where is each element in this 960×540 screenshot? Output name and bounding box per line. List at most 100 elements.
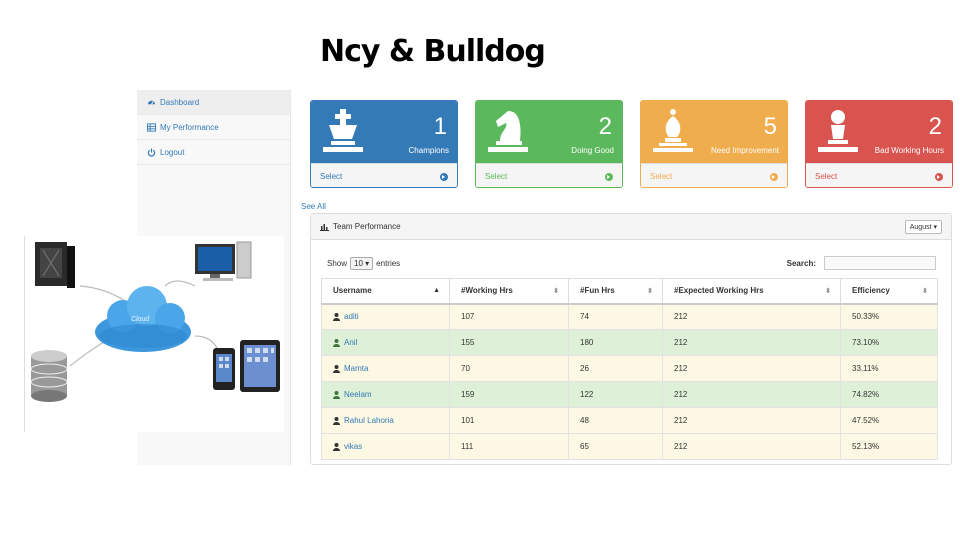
sidebar-item-dashboard[interactable]: Dashboard (137, 90, 290, 115)
cell-fun-hrs: 122 (568, 381, 663, 408)
cell-username: aditi (321, 303, 450, 330)
column-header-fun-hrs[interactable]: #Fun Hrs ⬍ (568, 278, 663, 305)
username-text: Neelam (344, 390, 372, 399)
caret-down-icon: ▾ (933, 223, 937, 231)
arrow-circle-right-icon (440, 172, 448, 181)
panel-title: Team Performance (333, 222, 401, 231)
username-link[interactable]: aditi (333, 312, 449, 321)
username-text: Anil (344, 338, 358, 347)
cell-fun-hrs: 48 (568, 407, 663, 434)
username-link[interactable]: Mamta (333, 364, 449, 373)
column-header-expected-working-hrs[interactable]: #Expected Working Hrs ⬍ (662, 278, 841, 305)
cell-working-hrs: 155 (449, 329, 569, 356)
table-icon (147, 122, 156, 132)
username-link[interactable]: Anil (333, 338, 449, 347)
table-row: Mamta 70 26 212 33.11% (321, 355, 938, 382)
sort-icon: ⬍ (553, 288, 559, 295)
username-link[interactable]: Rahul Lahoria (333, 416, 449, 425)
cell-efficiency: 47.52% (840, 407, 938, 434)
champions-select-link[interactable]: Select (311, 163, 457, 187)
show-label: Show (327, 258, 348, 268)
cell-expected-hrs: 212 (662, 329, 841, 356)
cell-efficiency: 73.10% (840, 329, 938, 356)
cell-efficiency: 74.82% (840, 381, 938, 408)
cell-fun-hrs: 180 (568, 329, 663, 356)
bar-chart-icon (320, 223, 329, 231)
column-label: #Fun Hrs (580, 286, 615, 296)
doing-good-select-link[interactable]: Select (476, 163, 622, 187)
table-row: aditi 107 74 212 50.33% (321, 303, 938, 330)
dashboard-icon (147, 100, 156, 105)
cell-efficiency: 50.33% (840, 303, 938, 330)
cell-fun-hrs: 74 (568, 303, 663, 330)
sidebar-item-label: Dashboard (160, 97, 200, 107)
user-icon (333, 390, 340, 399)
cloud-network-illustration: Cloud (24, 236, 284, 432)
desktop-computer-icon (195, 241, 252, 281)
entries-value: 10 (354, 258, 363, 268)
entries-select[interactable]: 10 ▾ (350, 256, 374, 270)
user-icon (333, 364, 340, 373)
select-label: Select (320, 172, 343, 181)
cell-username: Mamta (321, 355, 450, 382)
cell-expected-hrs: 212 (662, 381, 841, 408)
sidebar-item-label: My Performance (160, 122, 219, 132)
cell-fun-hrs: 65 (568, 433, 663, 460)
cell-username: Neelam (321, 381, 450, 408)
sort-icon: ⬍ (647, 288, 653, 295)
cloud-icon: Cloud (95, 286, 191, 352)
bad-working-hours-label: Bad Working Hours (874, 146, 944, 155)
column-label: Efficiency (852, 286, 890, 296)
month-dropdown[interactable]: August ▾ (904, 219, 942, 234)
arrow-circle-right-icon (935, 172, 943, 181)
month-value: August (909, 223, 932, 231)
sidebar-item-my-performance[interactable]: My Performance (137, 115, 290, 140)
user-icon (333, 416, 340, 425)
column-header-working-hrs[interactable]: #Working Hrs ⬍ (449, 278, 569, 305)
arrow-circle-right-icon (770, 172, 778, 181)
champions-label: Champions (408, 146, 449, 155)
cell-username: vikas (321, 433, 450, 460)
column-header-username[interactable]: Username ▲ (321, 278, 450, 305)
cell-efficiency: 33.11% (840, 355, 938, 382)
username-text: vikas (344, 442, 363, 451)
sort-icon: ⬍ (825, 288, 831, 295)
need-improvement-label: Need Improvement (710, 146, 779, 155)
card-bad-working-hours: 2 Bad Working Hours Select (805, 100, 953, 188)
cell-fun-hrs: 26 (568, 355, 663, 382)
cloud-label: Cloud (131, 316, 150, 323)
see-all-link[interactable]: See All (301, 202, 326, 211)
cell-username: Rahul Lahoria (321, 407, 450, 434)
cell-expected-hrs: 212 (662, 303, 841, 330)
select-label: Select (650, 172, 673, 181)
username-text: Mamta (344, 364, 369, 373)
column-header-efficiency[interactable]: Efficiency ⬍ (840, 278, 938, 305)
username-link[interactable]: Neelam (333, 390, 449, 399)
cell-expected-hrs: 212 (662, 407, 841, 434)
bad-working-hours-select-link[interactable]: Select (806, 163, 952, 187)
search-input[interactable] (824, 256, 936, 270)
bad-working-hours-count: 2 (928, 113, 942, 140)
card-doing-good: 2 Doing Good Select (475, 100, 623, 188)
chess-bishop-icon (653, 109, 693, 152)
server-icon (35, 242, 75, 288)
cell-working-hrs: 107 (449, 303, 569, 330)
cell-efficiency: 52.13% (840, 433, 938, 460)
sort-icon: ⬍ (922, 288, 928, 295)
need-improvement-select-link[interactable]: Select (641, 163, 787, 187)
chess-king-icon (323, 109, 363, 152)
cell-working-hrs: 70 (449, 355, 569, 382)
power-icon (147, 147, 156, 156)
cell-expected-hrs: 212 (662, 433, 841, 460)
sidebar-item-logout[interactable]: Logout (137, 140, 290, 165)
chess-knight-icon (488, 111, 528, 152)
doing-good-label: Doing Good (571, 146, 614, 155)
username-link[interactable]: vikas (333, 442, 449, 451)
card-need-improvement: 5 Need Improvement Select (640, 100, 788, 188)
chess-pawn-icon (818, 110, 858, 152)
table-row: vikas 111 65 212 52.13% (321, 433, 938, 460)
page-title: Ncy & Bulldog (320, 34, 546, 69)
cell-working-hrs: 111 (449, 433, 569, 460)
team-performance-table: Username ▲ #Working Hrs ⬍ #Fun Hrs ⬍ #Expec… (321, 278, 938, 460)
need-improvement-count: 5 (763, 113, 777, 140)
